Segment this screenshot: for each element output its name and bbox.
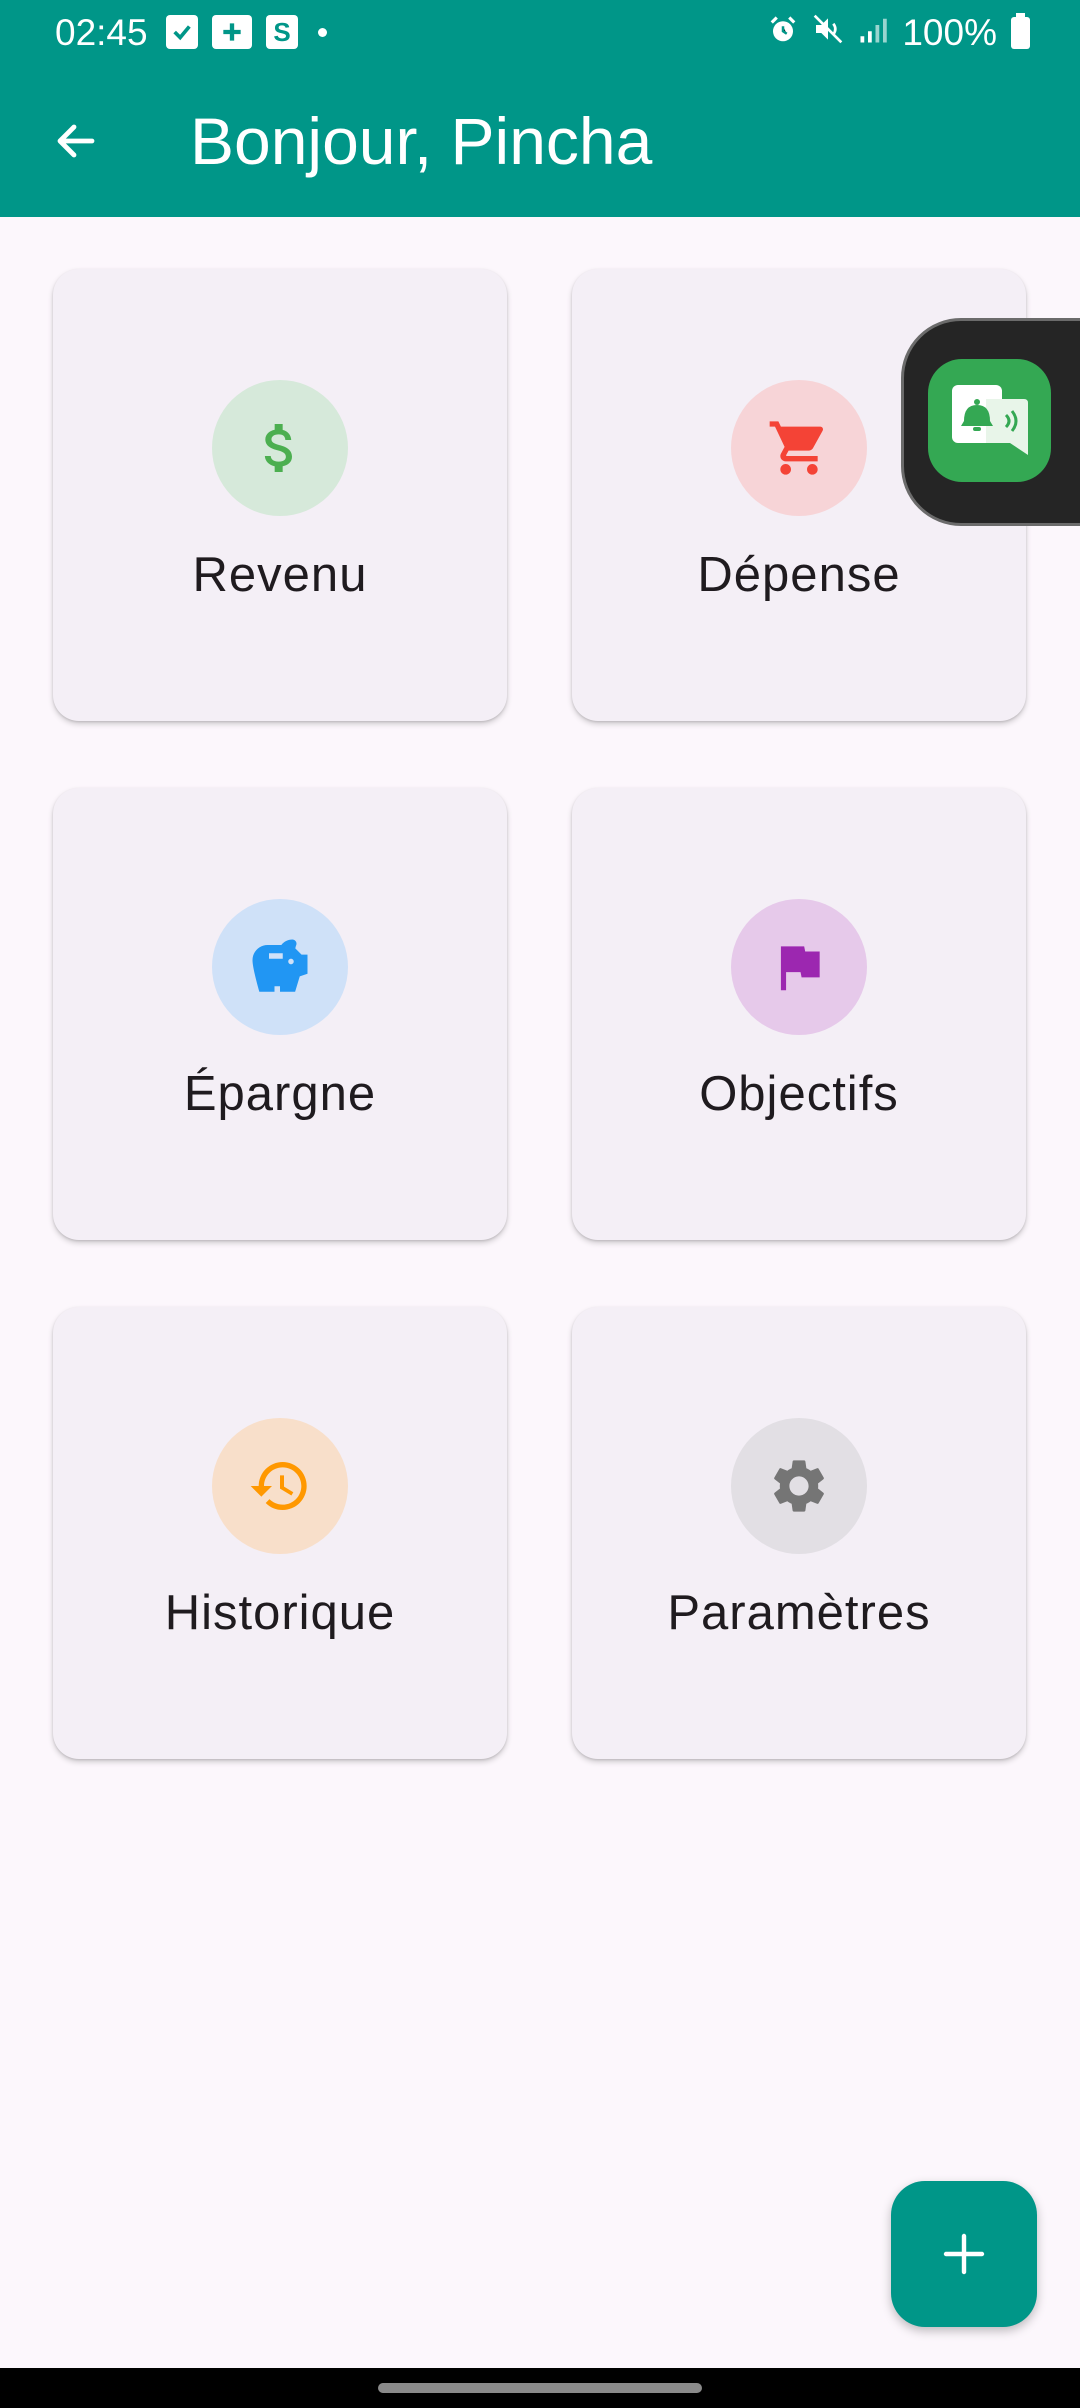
dollar-icon bbox=[264, 424, 292, 472]
card-label: Épargne bbox=[183, 1067, 377, 1121]
home-gesture-handle[interactable] bbox=[378, 2383, 702, 2393]
card-revenu[interactable]: Revenu bbox=[53, 269, 507, 721]
notification-reader-icon bbox=[928, 359, 1051, 482]
piggy-bank-icon bbox=[252, 939, 308, 992]
add-button[interactable] bbox=[891, 2181, 1037, 2327]
history-icon bbox=[250, 1462, 307, 1510]
card-objectifs[interactable]: Objectifs bbox=[572, 788, 1026, 1240]
cart-icon bbox=[769, 421, 824, 475]
flag-icon bbox=[780, 946, 820, 991]
card-parametres[interactable]: Paramètres bbox=[572, 1307, 1026, 1759]
floating-app-bubble[interactable] bbox=[901, 318, 1080, 526]
card-label: Historique bbox=[164, 1586, 396, 1640]
parametres-icon-circle bbox=[731, 1418, 867, 1554]
card-label: Paramètres bbox=[667, 1586, 931, 1640]
revenu-icon-circle bbox=[212, 380, 348, 516]
card-label: Objectifs bbox=[699, 1067, 899, 1121]
historique-icon-circle bbox=[212, 1418, 348, 1554]
epargne-icon-circle bbox=[212, 899, 348, 1035]
plus-icon bbox=[943, 2233, 985, 2275]
card-label: Revenu bbox=[192, 548, 368, 602]
card-label: Dépense bbox=[697, 548, 901, 602]
objectifs-icon-circle bbox=[731, 899, 867, 1035]
card-epargne[interactable]: Épargne bbox=[53, 788, 507, 1240]
card-historique[interactable]: Historique bbox=[53, 1307, 507, 1759]
depense-icon-circle bbox=[731, 380, 867, 516]
gear-icon bbox=[774, 1460, 824, 1512]
system-nav-bar bbox=[0, 2368, 1080, 2408]
